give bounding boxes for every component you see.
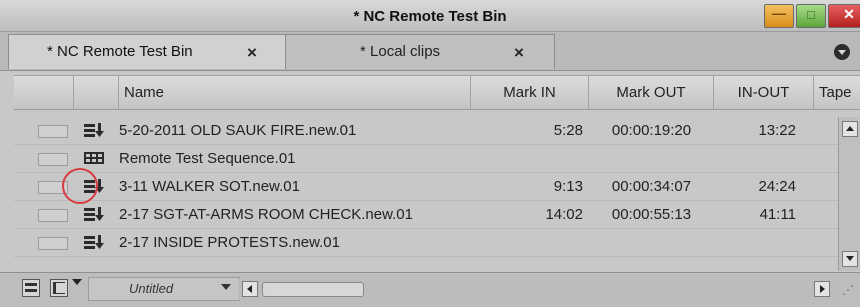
- scroll-left-icon[interactable]: [242, 281, 258, 297]
- mark-out-value: 00:00:19:20: [611, 122, 692, 139]
- sequence-icon: [84, 152, 104, 164]
- highlight-circle: [62, 168, 98, 204]
- resize-grip-icon[interactable]: ⋰: [842, 283, 854, 297]
- row-select-box[interactable]: [38, 125, 68, 138]
- view-menu-arrow-icon[interactable]: [72, 279, 82, 285]
- column-mark-out[interactable]: Mark OUT: [589, 76, 714, 109]
- bin-window: * NC Remote Test Bin — □ ✕ * NC Remote T…: [0, 0, 860, 307]
- mark-in-value: 9:13: [553, 178, 583, 195]
- mark-in-value: 5:28: [553, 122, 583, 139]
- table-row[interactable]: Remote Test Sequence.01: [14, 145, 838, 173]
- scroll-thumb[interactable]: [262, 282, 364, 297]
- bin-footer: Untitled ⋰: [0, 272, 860, 307]
- clip-list: 5-20-2011 OLD SAUK FIRE.new.01 5:28 00:0…: [14, 117, 838, 257]
- maximize-icon: □: [807, 7, 815, 22]
- mark-out-value: 00:00:55:13: [611, 206, 692, 223]
- mark-in-value: 14:02: [545, 206, 583, 223]
- column-select[interactable]: [14, 76, 74, 109]
- column-icon[interactable]: [74, 76, 119, 109]
- scroll-up-icon[interactable]: [842, 121, 858, 137]
- clip-name: 3-11 WALKER SOT.new.01: [119, 178, 300, 195]
- table-row[interactable]: 2-17 INSIDE PROTESTS.new.01: [14, 229, 838, 257]
- in-out-value: 24:24: [758, 178, 796, 195]
- chevron-down-icon: [221, 284, 231, 290]
- column-name[interactable]: Name: [119, 76, 471, 109]
- close-icon: ✕: [843, 6, 855, 22]
- text-view-icon[interactable]: [50, 279, 68, 297]
- column-tape[interactable]: Tape: [814, 76, 860, 109]
- vertical-scrollbar[interactable]: [838, 117, 860, 271]
- close-button[interactable]: ✕: [828, 4, 860, 28]
- tab-close-icon[interactable]: ×: [514, 43, 524, 63]
- clip-name: Remote Test Sequence.01: [119, 150, 296, 167]
- masterclip-icon: [84, 207, 104, 221]
- brief-view-icon[interactable]: [22, 279, 40, 297]
- tab-local-clips[interactable]: * Local clips ×: [285, 34, 555, 69]
- maximize-button[interactable]: □: [796, 4, 826, 28]
- scroll-right-icon[interactable]: [814, 281, 830, 297]
- tab-close-icon[interactable]: ×: [247, 43, 257, 63]
- mark-out-value: 00:00:34:07: [611, 178, 692, 195]
- clip-name: 2-17 SGT-AT-ARMS ROOM CHECK.new.01: [119, 206, 413, 223]
- window-title: * NC Remote Test Bin: [353, 8, 507, 25]
- table-row[interactable]: 5-20-2011 OLD SAUK FIRE.new.01 5:28 00:0…: [14, 117, 838, 145]
- title-bar[interactable]: * NC Remote Test Bin — □ ✕: [0, 0, 860, 32]
- horizontal-scrollbar[interactable]: [238, 279, 836, 299]
- tab-bar: * NC Remote Test Bin × * Local clips ×: [0, 32, 860, 71]
- tab-menu-icon[interactable]: [834, 44, 850, 60]
- scroll-down-icon[interactable]: [842, 251, 858, 267]
- tab-label: * NC Remote Test Bin: [47, 43, 193, 60]
- masterclip-icon: [84, 123, 104, 137]
- row-select-box[interactable]: [38, 237, 68, 250]
- clip-name: 2-17 INSIDE PROTESTS.new.01: [119, 234, 340, 251]
- minimize-button[interactable]: —: [764, 4, 794, 28]
- column-mark-in[interactable]: Mark IN: [471, 76, 589, 109]
- minimize-icon: —: [772, 5, 786, 21]
- table-row[interactable]: 2-17 SGT-AT-ARMS ROOM CHECK.new.01 14:02…: [14, 201, 838, 229]
- row-select-box[interactable]: [38, 209, 68, 222]
- table-row[interactable]: 3-11 WALKER SOT.new.01 9:13 00:00:34:07 …: [14, 173, 838, 201]
- masterclip-icon: [84, 235, 104, 249]
- tab-label: * Local clips: [360, 43, 441, 60]
- row-select-box[interactable]: [38, 153, 68, 166]
- tab-nc-remote-test-bin[interactable]: * NC Remote Test Bin ×: [8, 34, 286, 69]
- column-header-row: Name Mark IN Mark OUT IN-OUT Tape: [14, 75, 860, 110]
- bin-view-label: Untitled: [129, 281, 174, 296]
- in-out-value: 13:22: [758, 122, 796, 139]
- in-out-value: 41:11: [759, 206, 796, 223]
- clip-name: 5-20-2011 OLD SAUK FIRE.new.01: [119, 122, 357, 139]
- column-in-out[interactable]: IN-OUT: [714, 76, 814, 109]
- bin-view-selector[interactable]: Untitled: [88, 277, 240, 301]
